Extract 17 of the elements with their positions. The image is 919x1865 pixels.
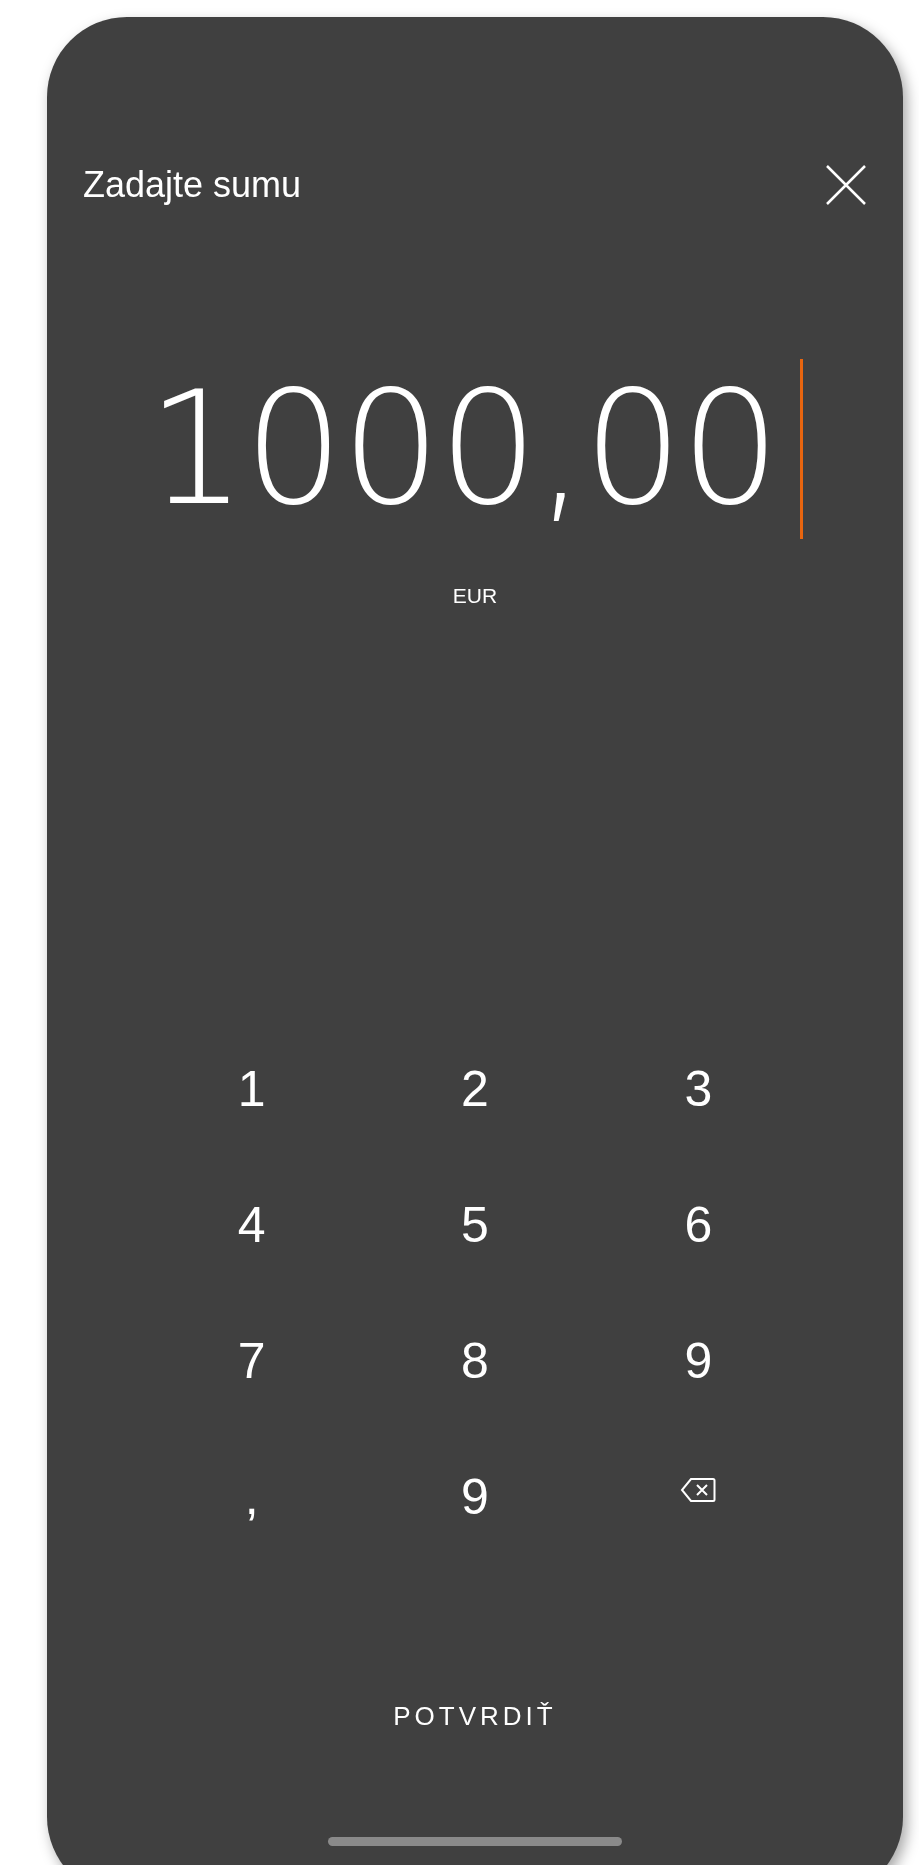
keypad-key[interactable]: 3 bbox=[653, 1044, 744, 1134]
keypad-key[interactable]: 7 bbox=[206, 1316, 297, 1406]
currency-label: EUR bbox=[452, 585, 498, 606]
keypad-key[interactable]: 2 bbox=[430, 1044, 520, 1134]
amount-value: 1000,00 bbox=[146, 371, 779, 527]
screen-title: Zadajte sumu bbox=[83, 167, 302, 203]
close-icon[interactable] bbox=[825, 164, 867, 206]
keypad-key[interactable]: 9 bbox=[430, 1452, 520, 1542]
keypad-key[interactable]: 8 bbox=[430, 1316, 520, 1406]
backspace-icon[interactable] bbox=[680, 1477, 717, 1503]
keypad-key[interactable]: 6 bbox=[653, 1180, 744, 1270]
keypad-key[interactable]: , bbox=[206, 1452, 297, 1542]
keypad-key[interactable]: 1 bbox=[206, 1044, 297, 1134]
keypad-key[interactable]: 9 bbox=[653, 1316, 744, 1406]
confirm-button[interactable]: POTVRDIŤ bbox=[373, 1686, 577, 1746]
keypad-key[interactable]: 4 bbox=[206, 1180, 297, 1270]
keypad-key[interactable]: 5 bbox=[430, 1180, 520, 1270]
